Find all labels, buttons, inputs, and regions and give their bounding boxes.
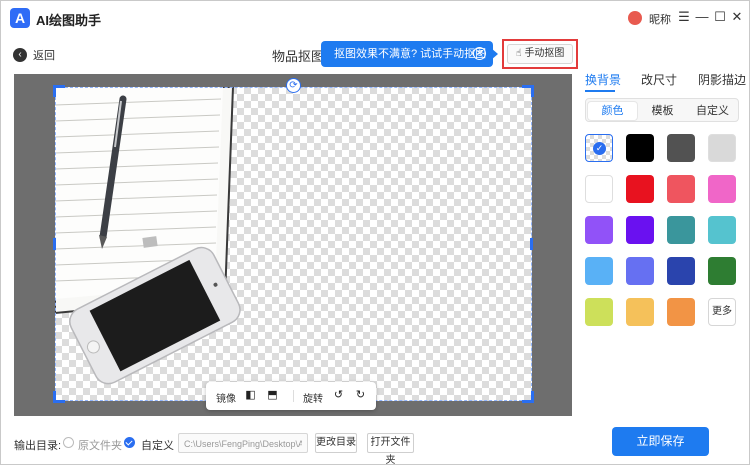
output-directory-label: 输出目录: bbox=[14, 440, 62, 452]
selected-check-icon: ✓ bbox=[593, 142, 606, 155]
resize-handle-bottom-right[interactable] bbox=[522, 391, 534, 403]
color-swatch[interactable] bbox=[585, 298, 613, 326]
tab-shadow-stroke[interactable]: 阴影描边 bbox=[698, 71, 746, 88]
segment-custom[interactable]: 自定义 bbox=[688, 102, 737, 120]
app-title: AI绘图助手 bbox=[36, 13, 102, 28]
resize-handle-left[interactable] bbox=[53, 238, 56, 250]
color-swatch[interactable] bbox=[708, 175, 736, 203]
rotate-handle-icon[interactable]: ⟳ bbox=[286, 78, 301, 93]
radio-original-folder[interactable] bbox=[63, 437, 74, 448]
color-swatch[interactable] bbox=[708, 134, 736, 162]
app-logo-icon: A bbox=[10, 8, 30, 28]
page-title: 物品抠图 bbox=[272, 49, 325, 64]
manual-cutout-label: 手动抠图 bbox=[524, 48, 565, 59]
color-swatch[interactable] bbox=[667, 216, 695, 244]
rotate-right-icon[interactable]: ↻ bbox=[354, 389, 367, 402]
hand-icon: ☝ bbox=[515, 48, 522, 59]
color-swatch[interactable] bbox=[667, 257, 695, 285]
app-window: A AI绘图助手 昵称 ☰ — ☐ ✕ ‹ 返回 物品抠图 抠图效果不满意? 试… bbox=[0, 0, 750, 465]
flip-horizontal-icon[interactable]: ◧ bbox=[244, 389, 257, 402]
color-swatch[interactable] bbox=[667, 298, 695, 326]
color-swatch[interactable] bbox=[626, 134, 654, 162]
color-swatch[interactable] bbox=[626, 298, 654, 326]
color-swatch[interactable] bbox=[667, 134, 695, 162]
color-swatch[interactable] bbox=[626, 175, 654, 203]
back-label: 返回 bbox=[33, 50, 55, 62]
more-colors-button[interactable]: 更多 bbox=[708, 298, 736, 326]
change-directory-button[interactable]: 更改目录 bbox=[315, 433, 357, 453]
save-now-button[interactable]: 立即保存 bbox=[612, 427, 709, 456]
minimize-icon[interactable]: — bbox=[695, 10, 709, 24]
color-swatch[interactable] bbox=[585, 175, 613, 203]
close-icon[interactable]: ✕ bbox=[730, 10, 744, 24]
original-folder-label[interactable]: 原文件夹 bbox=[78, 437, 122, 453]
canvas-toolbar: 镜像 ◧ ⬒ 旋转 ↺ ↻ bbox=[206, 382, 376, 410]
toolbar-divider bbox=[293, 390, 294, 402]
rotate-label: 旋转 bbox=[303, 394, 323, 405]
resize-handle-top-left[interactable] bbox=[53, 85, 65, 97]
output-path-field[interactable] bbox=[178, 433, 308, 453]
menu-icon[interactable]: ☰ bbox=[677, 10, 691, 24]
open-folder-button[interactable]: 打开文件夹 bbox=[367, 433, 414, 465]
tab-change-background[interactable]: 换背景 bbox=[585, 71, 621, 88]
selection-frame bbox=[55, 87, 532, 401]
resize-handle-bottom-left[interactable] bbox=[53, 391, 65, 403]
flip-vertical-icon[interactable]: ⬒ bbox=[266, 389, 279, 402]
color-swatch[interactable] bbox=[708, 216, 736, 244]
tab-resize[interactable]: 改尺寸 bbox=[641, 71, 677, 88]
maximize-icon[interactable]: ☐ bbox=[713, 10, 727, 24]
mirror-label: 镜像 bbox=[216, 394, 236, 405]
tip-arrow bbox=[491, 48, 498, 60]
color-swatch[interactable] bbox=[626, 216, 654, 244]
swatch-transparent[interactable]: ✓ bbox=[585, 134, 613, 162]
segment-color[interactable]: 颜色 bbox=[588, 102, 637, 120]
rotate-left-icon[interactable]: ↺ bbox=[332, 389, 345, 402]
segment-template[interactable]: 模板 bbox=[638, 102, 687, 120]
custom-folder-label[interactable]: 自定义 bbox=[141, 437, 174, 453]
color-swatch[interactable] bbox=[626, 257, 654, 285]
back-button[interactable]: ‹ 返回 bbox=[13, 47, 55, 63]
tip-banner: 抠图效果不满意? 试试手动抠图吧 ✕ bbox=[321, 41, 493, 86]
color-swatch[interactable] bbox=[667, 175, 695, 203]
title-bar: A AI绘图助手 昵称 ☰ — ☐ ✕ bbox=[1, 1, 749, 35]
user-nickname[interactable]: 昵称 bbox=[649, 11, 671, 27]
radio-custom-folder[interactable] bbox=[124, 437, 135, 448]
color-swatch[interactable] bbox=[585, 216, 613, 244]
color-swatch[interactable] bbox=[585, 257, 613, 285]
resize-handle-right[interactable] bbox=[530, 238, 533, 250]
avatar[interactable] bbox=[628, 11, 642, 25]
tip-close-icon[interactable]: ✕ bbox=[473, 47, 486, 60]
color-swatch[interactable] bbox=[708, 257, 736, 285]
resize-handle-top-right[interactable] bbox=[522, 85, 534, 97]
active-tab-indicator bbox=[585, 90, 615, 92]
chevron-left-icon: ‹ bbox=[13, 48, 27, 62]
manual-cutout-button[interactable]: ☝ 手动抠图 bbox=[507, 44, 573, 64]
background-type-switch: 颜色 模板 自定义 bbox=[585, 98, 739, 122]
manual-cutout-highlight: ☝ 手动抠图 bbox=[502, 39, 578, 69]
